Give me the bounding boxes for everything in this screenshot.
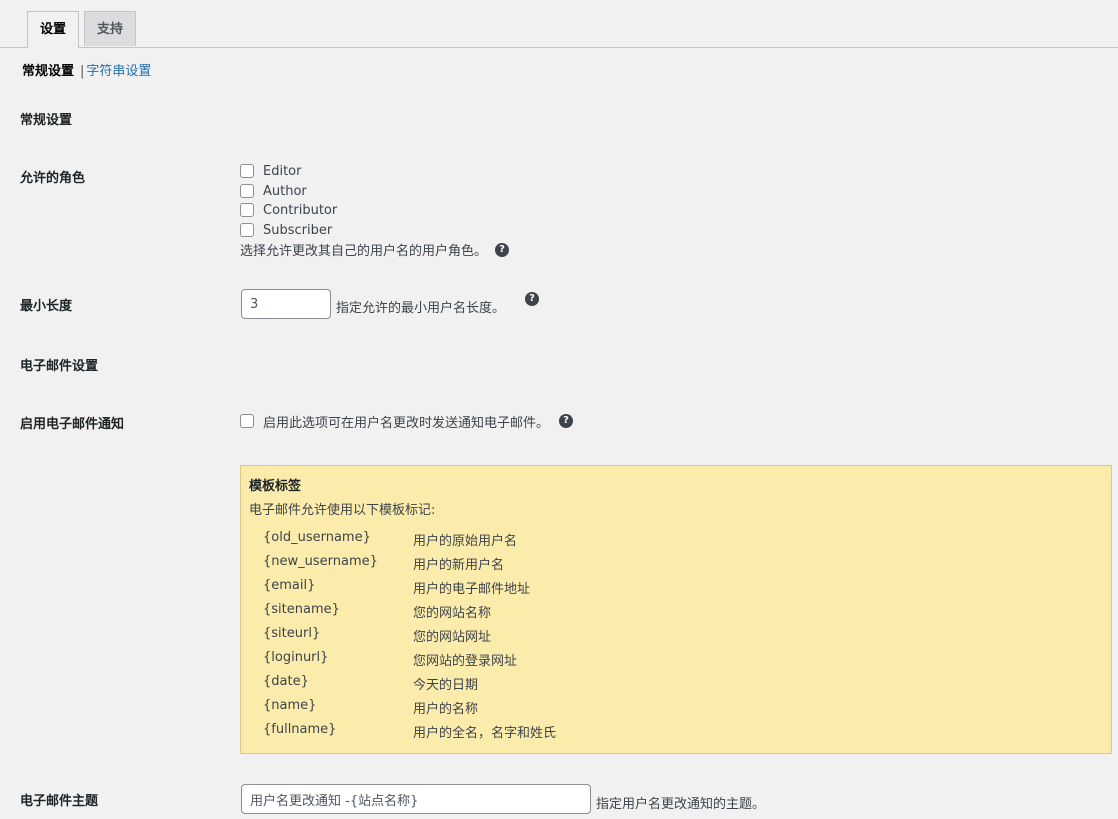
subnav-current: 常规设置: [22, 64, 75, 79]
subnav-link-strings[interactable]: 字符串设置: [86, 64, 151, 79]
tab-settings[interactable]: 设置: [27, 11, 80, 48]
template-tag-row: {email} 用户的电子邮件地址: [263, 578, 530, 598]
checkbox[interactable]: [240, 164, 254, 178]
role-option-label: Subscriber: [263, 222, 333, 238]
template-tag-desc: 今天的日期: [413, 678, 479, 693]
template-tag: {name}: [263, 698, 317, 713]
template-tag: {fullname}: [263, 722, 337, 737]
tab-bar: 设置 支持: [0, 0, 1118, 48]
template-tag-row: {fullname} 用户的全名，名字和姓氏: [263, 722, 556, 742]
email-notify-text: 启用此选项可在用户名更改时发送通知电子邮件。: [263, 415, 550, 431]
checkbox[interactable]: [240, 414, 254, 428]
template-tag-row: {name} 用户的名称: [263, 698, 478, 718]
template-tag-row: {loginurl} 您网站的登录网址: [263, 650, 517, 670]
template-tag-desc: 用户的名称: [413, 702, 479, 717]
role-option-label: Author: [263, 183, 307, 199]
email-subject-label: 电子邮件主题: [20, 794, 99, 809]
template-tag: {date}: [263, 674, 309, 689]
template-tag-desc: 用户的电子邮件地址: [413, 582, 531, 597]
template-tag-row: {siteurl} 您的网站网址: [263, 626, 491, 646]
template-tag: {email}: [263, 578, 316, 593]
email-subject-value: 用户名更改通知 -{站点名称}: [250, 793, 419, 809]
template-tag-desc: 您的网站名称: [413, 606, 492, 621]
template-tag: {new_username}: [263, 554, 378, 569]
template-tag-row: {date} 今天的日期: [263, 674, 478, 694]
min-length-description: 指定允许的最小用户名长度。: [336, 301, 506, 316]
help-icon[interactable]: ?: [525, 292, 539, 306]
checkbox[interactable]: [240, 223, 254, 237]
template-tag-desc: 您的网站网址: [413, 630, 492, 645]
tab-support[interactable]: 支持: [84, 11, 137, 46]
template-tag-desc: 用户的全名，名字和姓氏: [413, 726, 557, 741]
template-tag-desc: 用户的原始用户名: [413, 534, 518, 549]
roles-description: 选择允许更改其自己的用户名的用户角色。: [240, 244, 488, 259]
email-subject-input[interactable]: 用户名更改通知 -{站点名称}: [241, 784, 591, 814]
role-option-label: Contributor: [263, 202, 338, 218]
roles-label: 允许的角色: [20, 171, 86, 186]
template-tag: {old_username}: [263, 530, 371, 545]
checkbox[interactable]: [240, 184, 254, 198]
email-notify-label: 启用电子邮件通知: [20, 417, 125, 432]
role-option-contributor[interactable]: Contributor: [240, 200, 337, 220]
template-tag: {sitename}: [263, 602, 340, 617]
subnav-separator: |: [80, 64, 85, 79]
help-icon[interactable]: ?: [559, 414, 574, 428]
role-option-subscriber[interactable]: Subscriber: [240, 220, 332, 240]
template-tag-desc: 用户的新用户名: [413, 558, 505, 573]
template-tag: {loginurl}: [263, 650, 329, 665]
template-tag-row: {new_username} 用户的新用户名: [263, 554, 504, 574]
template-tag-row: {sitename} 您的网站名称: [263, 602, 491, 622]
template-tags-title: 模板标签: [249, 479, 302, 494]
template-tags-intro: 电子邮件允许使用以下模板标记:: [249, 503, 436, 518]
min-length-value: 3: [250, 296, 259, 312]
email-subject-description: 指定用户名更改通知的主题。: [596, 797, 766, 812]
min-length-label: 最小长度: [20, 299, 73, 314]
section-heading-general: 常规设置: [20, 113, 73, 128]
min-length-input[interactable]: 3: [241, 289, 331, 319]
template-tag-desc: 您网站的登录网址: [413, 654, 518, 669]
section-heading-email: 电子邮件设置: [20, 359, 99, 374]
help-icon[interactable]: ?: [495, 242, 510, 257]
checkbox[interactable]: [240, 203, 254, 217]
role-option-editor[interactable]: Editor: [240, 161, 301, 181]
role-option-author[interactable]: Author: [240, 181, 307, 201]
email-notify-option[interactable]: 启用此选项可在用户名更改时发送通知电子邮件。 ?: [240, 411, 574, 431]
template-tag: {siteurl}: [263, 626, 321, 641]
roles-description-row: 选择允许更改其自己的用户名的用户角色。 ?: [240, 240, 510, 259]
sub-navigation: 常规设置 | 字符串设置: [22, 60, 151, 79]
template-tags-box: 模板标签 电子邮件允许使用以下模板标记: {old_username} 用户的原始…: [240, 465, 1112, 754]
role-option-label: Editor: [263, 163, 302, 179]
template-tag-row: {old_username} 用户的原始用户名: [263, 530, 517, 550]
